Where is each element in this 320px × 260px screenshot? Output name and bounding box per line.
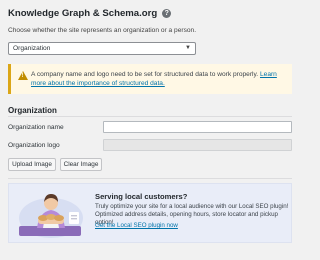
shopkeeper-illustration [19,194,83,238]
upload-image-button[interactable]: Upload Image [8,158,56,171]
local-seo-link[interactable]: Get the Local SEO plugin now [95,222,178,229]
organization-name-label: Organization name [8,124,64,131]
represent-select-value: Organization [13,45,51,52]
heading-row: Knowledge Graph & Schema.org ? [8,8,172,19]
local-seo-promo: Serving local customers? Truly optimize … [8,183,292,243]
promo-title: Serving local customers? [95,192,188,201]
chevron-down-icon: ▼ [185,45,191,51]
organization-logo-label: Organization logo [8,142,60,149]
page-title: Knowledge Graph & Schema.org [8,8,158,19]
organization-logo-input [103,139,292,151]
alert-message: A company name and logo need to be set f… [31,70,289,88]
question-circle-icon[interactable]: ? [162,9,172,18]
clear-image-button[interactable]: Clear Image [60,158,102,171]
alert-text: A company name and logo need to be set f… [31,71,259,78]
represent-description: Choose whether the site represents an or… [8,27,197,34]
warning-icon [18,71,28,80]
section-divider [8,116,292,117]
represent-select[interactable]: Organization ▼ [8,42,196,55]
structured-data-alert: A company name and logo need to be set f… [8,64,292,94]
knowledge-graph-panel: Knowledge Graph & Schema.org ? Choose wh… [0,0,300,260]
organization-section-title: Organization [8,106,57,115]
promo-divider [8,178,292,179]
organization-name-input[interactable] [103,121,292,133]
